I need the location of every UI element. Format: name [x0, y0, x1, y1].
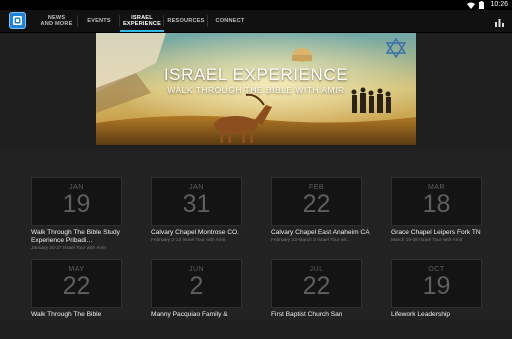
event-day: 18 [422, 190, 451, 218]
tab-news-and-more[interactable]: NEWS AND MORE [35, 10, 78, 32]
event-title: Walk Through The Bible Study Experience … [31, 229, 120, 244]
event-date-tile: JUN 2 [151, 259, 242, 308]
event-day: 22 [62, 272, 91, 300]
event-date-tile: MAR 18 [391, 177, 482, 226]
bar-chart-icon [495, 19, 504, 27]
event-date-tile: FEB 22 [271, 177, 362, 226]
battery-icon [479, 1, 485, 9]
event-date-tile: OCT 19 [391, 259, 482, 308]
hero-banner[interactable]: ISRAEL EXPERIENCE WALK THROUGH THE BIBLE… [96, 33, 416, 145]
event-day: 19 [62, 190, 91, 218]
status-time: 10:26 [490, 1, 508, 8]
top-navigation: NEWS AND MORE EVENTS ISRAEL EXPERIENCE R… [0, 10, 512, 33]
event-title: Calvary Chapel Montrose CO. [151, 229, 239, 236]
chart-action-button[interactable] [494, 15, 505, 27]
tab-israel-experience[interactable]: ISRAEL EXPERIENCE [120, 10, 164, 32]
event-date-tile: MAY 22 [31, 259, 122, 308]
event-card[interactable]: JAN 31 Calvary Chapel Montrose CO. Febru… [151, 177, 263, 257]
tab-resources[interactable]: RESOURCES [164, 10, 208, 32]
event-card[interactable]: OCT 19 Lifework Leadership [391, 259, 503, 339]
event-day: 22 [302, 272, 331, 300]
tab-connect[interactable]: CONNECT [208, 10, 252, 32]
tab-label: NEWS AND MORE [40, 15, 73, 27]
event-card[interactable]: JUL 22 First Baptist Church San [271, 259, 383, 339]
app-logo[interactable] [9, 12, 26, 29]
event-title: Manny Pacquiao Family & [151, 311, 228, 318]
event-day: 22 [302, 190, 331, 218]
event-day: 2 [189, 272, 204, 300]
wifi-icon [467, 2, 476, 9]
event-date-tile: JUL 22 [271, 259, 362, 308]
event-card[interactable]: JAN 19 Walk Through The Bible Study Expe… [31, 177, 143, 257]
tab-label: ISRAEL EXPERIENCE [122, 15, 162, 27]
tab-events[interactable]: EVENTS [78, 10, 120, 32]
event-title: Lifework Leadership [391, 311, 451, 318]
event-title: Walk Through The Bible [31, 311, 102, 318]
tab-label: RESOURCES [167, 18, 205, 24]
event-subtitle: January 20-27 Israel Tour with Amir [31, 246, 107, 251]
events-grid: JAN 19 Walk Through The Bible Study Expe… [0, 148, 512, 320]
event-day: 19 [422, 272, 451, 300]
event-title: First Baptist Church San [271, 311, 343, 318]
tab-label: EVENTS [87, 18, 111, 24]
event-subtitle: February 23-March 3 Israel Tour wit… [271, 238, 352, 243]
event-subtitle: February 2-13 Israel Tour with Amir [151, 238, 226, 243]
event-title: Calvary Chapel East Anaheim CA [271, 229, 370, 236]
hero-subtitle: WALK THROUGH THE BIBLE WITH AMIR [167, 85, 345, 95]
event-card[interactable]: FEB 22 Calvary Chapel East Anaheim CA Fe… [271, 177, 383, 257]
tab-label: CONNECT [215, 18, 245, 24]
event-card[interactable]: MAY 22 Walk Through The Bible [31, 259, 143, 339]
event-date-tile: JAN 31 [151, 177, 242, 226]
event-card[interactable]: JUN 2 Manny Pacquiao Family & [151, 259, 263, 339]
status-bar: 10:26 [0, 0, 512, 10]
event-subtitle: March 19-28 Israel Tour with Amir [391, 238, 463, 243]
event-day: 31 [182, 190, 211, 218]
logo-icon [13, 16, 22, 25]
event-title: Grace Chapel Leipers Fork TN [391, 229, 481, 236]
hero-title: ISRAEL EXPERIENCE [163, 65, 349, 84]
event-card[interactable]: MAR 18 Grace Chapel Leipers Fork TN Marc… [391, 177, 503, 257]
event-date-tile: JAN 19 [31, 177, 122, 226]
